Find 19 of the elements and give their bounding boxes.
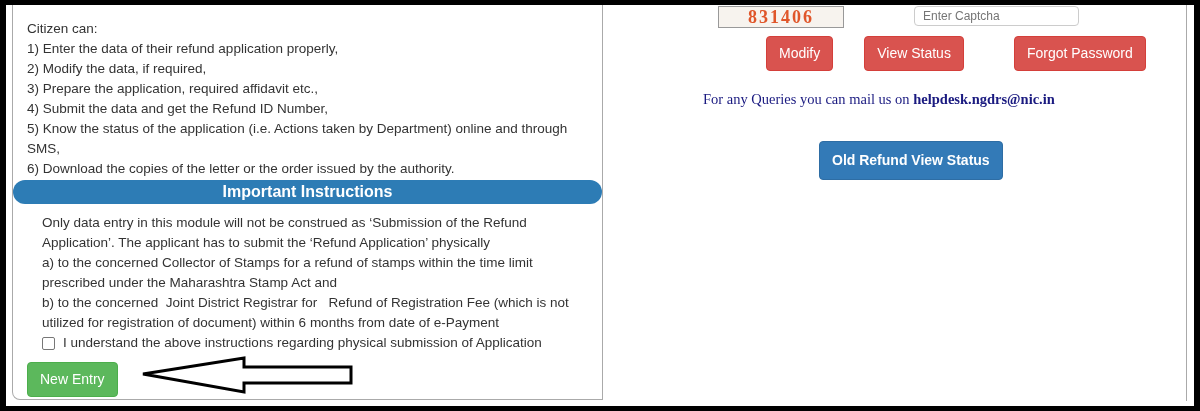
intro-heading: Citizen can: xyxy=(27,20,99,38)
list-item: 6) Download the copies of the letter or the order issued by the authority. xyxy=(27,160,456,178)
view-status-button[interactable]: View Status xyxy=(864,36,964,71)
list-item: 1) Enter the data of their refund application properly, xyxy=(27,40,340,58)
list-item: 4) Submit the data and get the Refund ID Number, xyxy=(27,100,329,118)
modify-button[interactable]: Modify xyxy=(766,36,834,71)
query-text: For any Queries you can mail us on helpdesk.ngdrs@nic.in xyxy=(703,90,1056,109)
captcha-field[interactable]: Enter Captcha xyxy=(914,6,1079,26)
old-refund-view-status-button[interactable]: Old Refund View Status xyxy=(819,140,1003,180)
list-item: 2) Modify the data, if required, xyxy=(27,60,208,78)
forgot-password-button[interactable]: Forgot Password xyxy=(1013,36,1146,71)
captcha-image: 831406 xyxy=(718,6,844,28)
instruction-text: b) to the concerned Joint District Registrar for Refund of Registration Fee (which is not utilized for registration of document) within 6 months from date of e-Payment xyxy=(42,294,570,332)
checkbox-label: I understand the above instructions regarding physical submission of Application xyxy=(63,334,542,352)
section-header: Important Instructions xyxy=(13,180,602,204)
new-entry-button[interactable]: New Entry xyxy=(27,362,118,397)
list-item: 5) Know the status of the application (i.e. Actions taken by Department) online and through SMS, xyxy=(27,120,569,158)
checkbox[interactable] xyxy=(42,336,55,350)
list-item: 3) Prepare the application, required affidavit etc., xyxy=(27,80,319,98)
